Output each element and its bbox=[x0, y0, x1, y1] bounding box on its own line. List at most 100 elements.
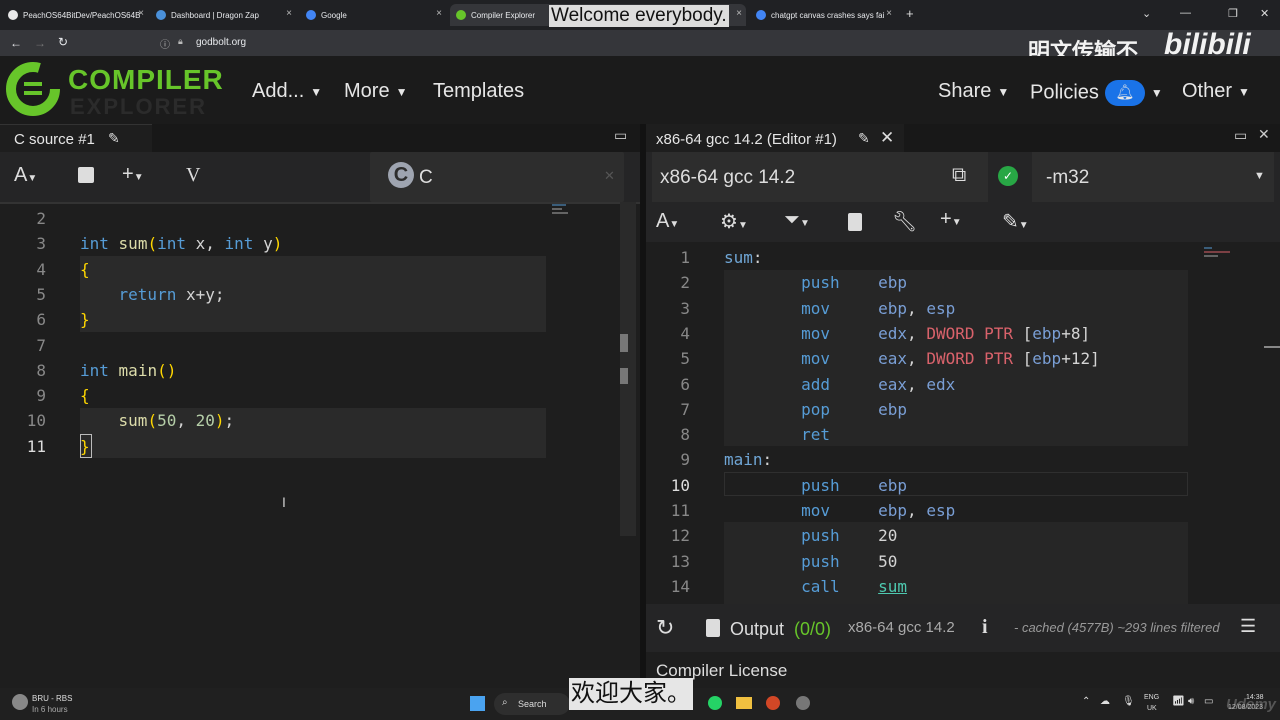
chevron-up-icon[interactable]: ⌃ bbox=[1082, 696, 1090, 707]
close-pane-icon[interactable]: ✕ bbox=[1258, 126, 1270, 143]
url-text[interactable]: godbolt.org bbox=[196, 37, 246, 48]
minimap[interactable] bbox=[552, 202, 582, 232]
back-icon[interactable]: ← bbox=[10, 36, 22, 50]
code-line[interactable]: { bbox=[80, 260, 90, 279]
code-line[interactable]: push 50 bbox=[724, 552, 897, 571]
code-line[interactable]: push ebp bbox=[724, 273, 907, 292]
code-line[interactable]: } bbox=[80, 437, 90, 456]
code-line[interactable]: mov ebp, esp bbox=[724, 299, 955, 318]
code-line[interactable]: main: bbox=[724, 450, 772, 469]
save-icon[interactable] bbox=[78, 167, 94, 183]
menu-add[interactable]: Add... ▼ bbox=[252, 80, 322, 103]
menu-policies[interactable]: Policies 🔔︎ ▼ bbox=[1030, 80, 1163, 106]
powerpoint-icon[interactable] bbox=[766, 696, 780, 710]
wrench-icon[interactable]: 🔧︎ bbox=[892, 209, 917, 234]
clear-icon[interactable]: ✕ bbox=[604, 168, 615, 184]
app-icon[interactable] bbox=[796, 696, 810, 710]
gear-icon[interactable]: ⚙▼ bbox=[720, 209, 748, 234]
close-icon[interactable]: × bbox=[886, 8, 892, 19]
compile-status-icon[interactable]: ✓ bbox=[998, 166, 1018, 186]
whatsapp-icon[interactable] bbox=[708, 696, 722, 710]
code-line[interactable]: sum: bbox=[724, 248, 763, 267]
font-size-icon[interactable]: A▼ bbox=[656, 210, 679, 233]
menu-share[interactable]: Share ▼ bbox=[938, 80, 1009, 103]
info-icon[interactable]: i bbox=[982, 616, 988, 639]
browser-tab[interactable]: Dashboard | Dragon Zap × bbox=[150, 4, 296, 26]
mic-icon[interactable]: 🎙︎ bbox=[1122, 696, 1135, 707]
code-line[interactable]: ret bbox=[724, 425, 830, 444]
folder-icon[interactable] bbox=[736, 697, 752, 709]
maximize-button[interactable]: ❐ bbox=[1228, 7, 1238, 20]
maximize-pane-icon[interactable]: ▭ bbox=[614, 127, 627, 144]
list-icon[interactable]: ☰ bbox=[1240, 616, 1256, 637]
edit-title-icon[interactable]: ✎ bbox=[108, 130, 120, 147]
cloud-icon[interactable]: ☁ bbox=[1100, 696, 1110, 707]
external-link-icon[interactable]: ⧉ bbox=[952, 164, 966, 187]
forward-icon[interactable]: → bbox=[34, 36, 46, 50]
new-tab-button[interactable]: + bbox=[906, 6, 914, 21]
vim-icon[interactable]: V bbox=[186, 164, 200, 187]
font-size-icon[interactable]: A▼ bbox=[14, 164, 37, 187]
code-line[interactable]: pop ebp bbox=[724, 400, 907, 419]
clock-time[interactable]: 14:38 bbox=[1246, 694, 1264, 701]
close-icon[interactable]: × bbox=[436, 8, 442, 19]
line-number: 7 bbox=[680, 399, 690, 419]
language-indicator[interactable]: ENG bbox=[1144, 694, 1159, 701]
recompile-icon[interactable]: ↻ bbox=[656, 615, 674, 641]
bell-icon[interactable]: 🔔︎ bbox=[1104, 80, 1145, 106]
output-label[interactable]: Output bbox=[730, 619, 784, 640]
close-icon[interactable]: × bbox=[736, 8, 742, 19]
line-number: 6 bbox=[36, 310, 46, 330]
code-line[interactable]: return x+y; bbox=[80, 285, 225, 304]
battery-icon[interactable]: ▭ bbox=[1204, 696, 1213, 707]
code-line[interactable]: sum(50, 20); bbox=[80, 411, 235, 430]
tab-search-button[interactable]: ⌄ bbox=[1142, 7, 1151, 20]
code-line[interactable]: push 20 bbox=[724, 526, 897, 545]
edit-title-icon[interactable]: ✎ bbox=[858, 130, 870, 147]
asm-scrollbar-marker bbox=[1264, 346, 1280, 348]
close-window-button[interactable]: ✕ bbox=[1260, 7, 1269, 20]
code-line[interactable]: call sum bbox=[724, 577, 907, 596]
code-line[interactable]: add eax, edx bbox=[724, 375, 955, 394]
code-line[interactable]: mov ebp, esp bbox=[724, 501, 955, 520]
tab-title: Compiler Explorer bbox=[471, 10, 536, 20]
asm-pane-title: x86-64 gcc 14.2 (Editor #1) bbox=[656, 131, 837, 148]
add-icon[interactable]: +▼ bbox=[122, 163, 144, 186]
close-pane-icon[interactable]: ✕ bbox=[880, 128, 894, 148]
scrollbar-thumb[interactable] bbox=[620, 334, 628, 352]
weather-icon[interactable] bbox=[12, 694, 28, 710]
filter-icon[interactable]: ⏷▼ bbox=[784, 209, 810, 232]
code-line[interactable]: mov eax, DWORD PTR [ebp+12] bbox=[724, 349, 1100, 368]
add-tool-icon[interactable]: +▼ bbox=[940, 208, 962, 231]
volume-icon[interactable]: 🔊︎ bbox=[1188, 696, 1194, 707]
browser-tab[interactable]: PeachOS64BitDev/PeachOS64B × bbox=[2, 4, 148, 26]
code-line[interactable]: int sum(int x, int y) bbox=[80, 234, 282, 253]
code-line[interactable]: } bbox=[80, 310, 90, 329]
code-line[interactable]: { bbox=[80, 386, 90, 405]
site-info-icon[interactable]: ⓘ bbox=[160, 36, 170, 51]
libraries-icon[interactable] bbox=[848, 213, 862, 231]
reload-icon[interactable]: ↻ bbox=[58, 35, 68, 49]
code-line[interactable]: mov edx, DWORD PTR [ebp+8] bbox=[724, 324, 1090, 343]
asm-minimap[interactable] bbox=[1204, 244, 1244, 284]
code-line[interactable]: int main() bbox=[80, 361, 176, 380]
caret-down-icon: ▼ bbox=[395, 84, 408, 99]
browser-tab[interactable]: chatgpt canvas crashes says fai × bbox=[750, 4, 896, 26]
caret-down-icon[interactable]: ▼ bbox=[1254, 170, 1265, 182]
tab-title: Dashboard | Dragon Zap bbox=[171, 10, 259, 20]
close-icon[interactable]: × bbox=[138, 8, 144, 19]
maximize-pane-icon[interactable]: ▭ bbox=[1234, 127, 1247, 144]
lock-icon: 🔒︎ bbox=[178, 36, 183, 46]
wifi-icon[interactable]: 📶︎ bbox=[1172, 696, 1185, 707]
brush-icon[interactable]: ✎▼ bbox=[1002, 209, 1029, 234]
browser-tab[interactable]: Google × bbox=[300, 4, 446, 26]
close-icon[interactable]: × bbox=[286, 8, 292, 19]
menu-templates[interactable]: Templates bbox=[433, 80, 524, 103]
windows-start-icon[interactable] bbox=[470, 696, 485, 711]
menu-other[interactable]: Other ▼ bbox=[1182, 80, 1250, 103]
scrollbar-thumb[interactable] bbox=[620, 368, 628, 384]
code-line[interactable]: push ebp bbox=[724, 476, 907, 495]
menu-more[interactable]: More ▼ bbox=[344, 80, 407, 103]
minimize-button[interactable]: — bbox=[1180, 7, 1191, 19]
compiler-explorer-logo-icon[interactable] bbox=[4, 60, 62, 118]
